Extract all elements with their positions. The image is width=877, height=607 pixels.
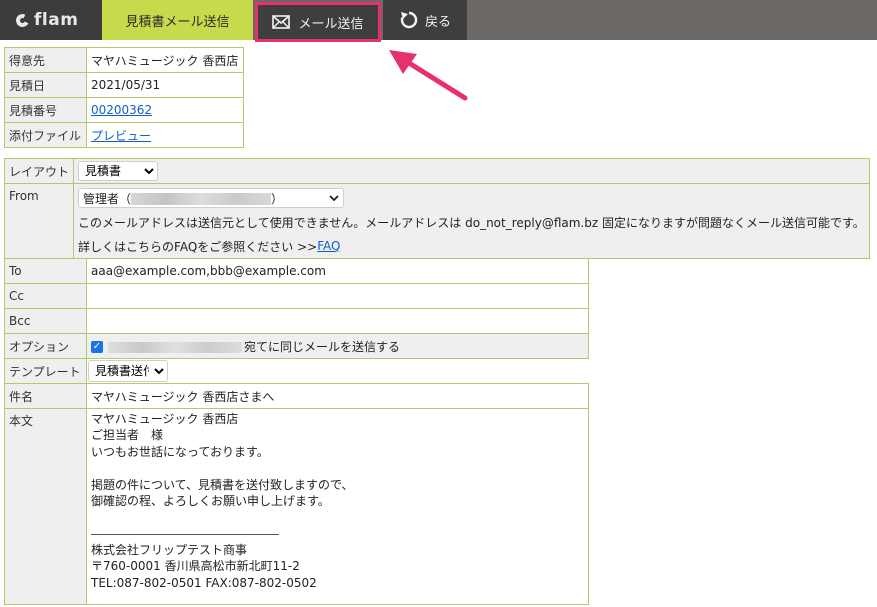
back-label: 戻る (424, 14, 451, 30)
app-logo[interactable]: flam (0, 0, 102, 40)
layout-label: レイアウト (3, 158, 75, 184)
table-row: 見積日 2021/05/31 (4, 72, 244, 98)
send-mail-button[interactable]: メール送信 (255, 2, 381, 42)
back-button[interactable]: 戻る (383, 0, 467, 40)
from-label: From (3, 183, 75, 259)
customer-label: 得意先 (4, 47, 87, 73)
cc-field[interactable] (86, 283, 589, 309)
date-value: 2021/05/31 (86, 72, 244, 98)
table-row: レイアウト 見積書 (3, 158, 870, 184)
estimate-number-link[interactable]: 00200362 (91, 103, 152, 117)
customer-value: マヤハミュージック 香西店 (86, 47, 244, 73)
date-label: 見積日 (4, 72, 87, 98)
mail-settings-table: レイアウト 見積書 From 管理者（ ） このメールアドレスは送信元として使用で… (3, 158, 870, 259)
blurred-email (131, 193, 272, 205)
subject-field[interactable]: マヤハミュージック 香西店さまへ (86, 383, 589, 409)
body-content: マヤハミュージック 香西店 ご担当者 様 いつもお世話になっております。 掲題の… (91, 409, 584, 591)
top-toolbar: flam 見積書メール送信 メール送信 戻る (0, 0, 877, 42)
bcc-field[interactable] (86, 308, 589, 334)
from-notice: このメールアドレスは送信元として使用できません。メールアドレスは do_not_… (78, 215, 865, 230)
body-line: ご担当者 様 (91, 428, 164, 443)
option-checkbox[interactable]: ✓ (91, 341, 103, 353)
table-row: テンプレート 見積書送付 (4, 358, 589, 384)
chevron-down-icon (329, 194, 339, 201)
table-row: To aaa@example.com,bbb@example.com (4, 258, 589, 284)
to-field[interactable]: aaa@example.com,bbb@example.com (86, 258, 589, 284)
from-select[interactable]: 管理者（ ） (78, 188, 345, 208)
table-row: Bcc (4, 308, 589, 334)
body-divider (91, 533, 279, 542)
body-line: 株式会社フリップテスト商事 (91, 542, 248, 557)
to-label: To (4, 258, 87, 284)
table-row: 本文 マヤハミュージック 香西店 ご担当者 様 いつもお世話になっております。 … (4, 408, 589, 605)
envelope-icon (272, 15, 291, 29)
body-label: 本文 (4, 408, 87, 605)
send-mail-label: メール送信 (298, 16, 364, 32)
table-row: 件名 マヤハミュージック 香西店さまへ (4, 383, 589, 409)
faq-link[interactable]: FAQ (317, 239, 340, 253)
table-row: Cc (4, 283, 589, 309)
body-line: マヤハミュージック 香西店 (91, 412, 239, 426)
logo-icon (14, 11, 31, 29)
attachment-label: 添付ファイル (4, 122, 87, 148)
option-text: 宛てに同じメールを送信する (244, 339, 401, 354)
from-select-value: 管理者（ ） (83, 190, 283, 207)
cc-label: Cc (4, 283, 87, 309)
mail-form-table: To aaa@example.com,bbb@example.com Cc Bc… (4, 258, 589, 605)
body-line (91, 460, 584, 476)
undo-icon (400, 11, 418, 29)
body-line: TEL:087-802-0501 FAX:087-802-0502 (91, 575, 317, 590)
from-prefix: 管理者（ (83, 191, 132, 206)
from-suffix: ） (271, 191, 284, 206)
body-line: 掲題の件について、見積書を送付致しますので、 (91, 477, 354, 492)
template-select[interactable]: 見積書送付 (88, 360, 168, 382)
body-line (91, 509, 584, 525)
preview-link[interactable]: プレビュー (91, 129, 151, 143)
table-row: 添付ファイル プレビュー (4, 122, 244, 148)
body-line: いつもお世話になっております。 (91, 444, 269, 459)
estimate-info-table: 得意先 マヤハミュージック 香西店 見積日 2021/05/31 見積番号 00… (4, 47, 244, 148)
logo-text: flam (34, 10, 79, 30)
tab-estimate-mail[interactable]: 見積書メール送信 (102, 0, 253, 40)
bcc-label: Bcc (4, 308, 87, 334)
layout-select[interactable]: 見積書 (78, 161, 159, 181)
body-line: 御確認の程、よろしくお願い申し上げます。 (91, 493, 330, 508)
faq-text: 詳しくはこちらのFAQをご参照ください >> (78, 239, 318, 254)
table-row: 得意先 マヤハミュージック 香西店 (4, 47, 244, 73)
blurred-address (108, 341, 242, 353)
option-label: オプション (4, 333, 87, 359)
table-row: オプション ✓ 宛てに同じメールを送信する (4, 333, 589, 359)
template-label: テンプレート (4, 358, 87, 384)
annotation-arrow-icon (389, 50, 468, 101)
table-row: 見積番号 00200362 (4, 97, 244, 123)
number-label: 見積番号 (4, 97, 87, 123)
body-line: 〒760-0001 香川県高松市新北町11-2 (91, 559, 300, 574)
table-row: From 管理者（ ） このメールアドレスは送信元として使用できません。メールアド… (3, 183, 870, 259)
subject-label: 件名 (4, 383, 87, 409)
body-textarea[interactable]: マヤハミュージック 香西店 ご担当者 様 いつもお世話になっております。 掲題の… (86, 408, 589, 605)
faq-line: 詳しくはこちらのFAQをご参照ください >> FAQ (78, 234, 865, 258)
